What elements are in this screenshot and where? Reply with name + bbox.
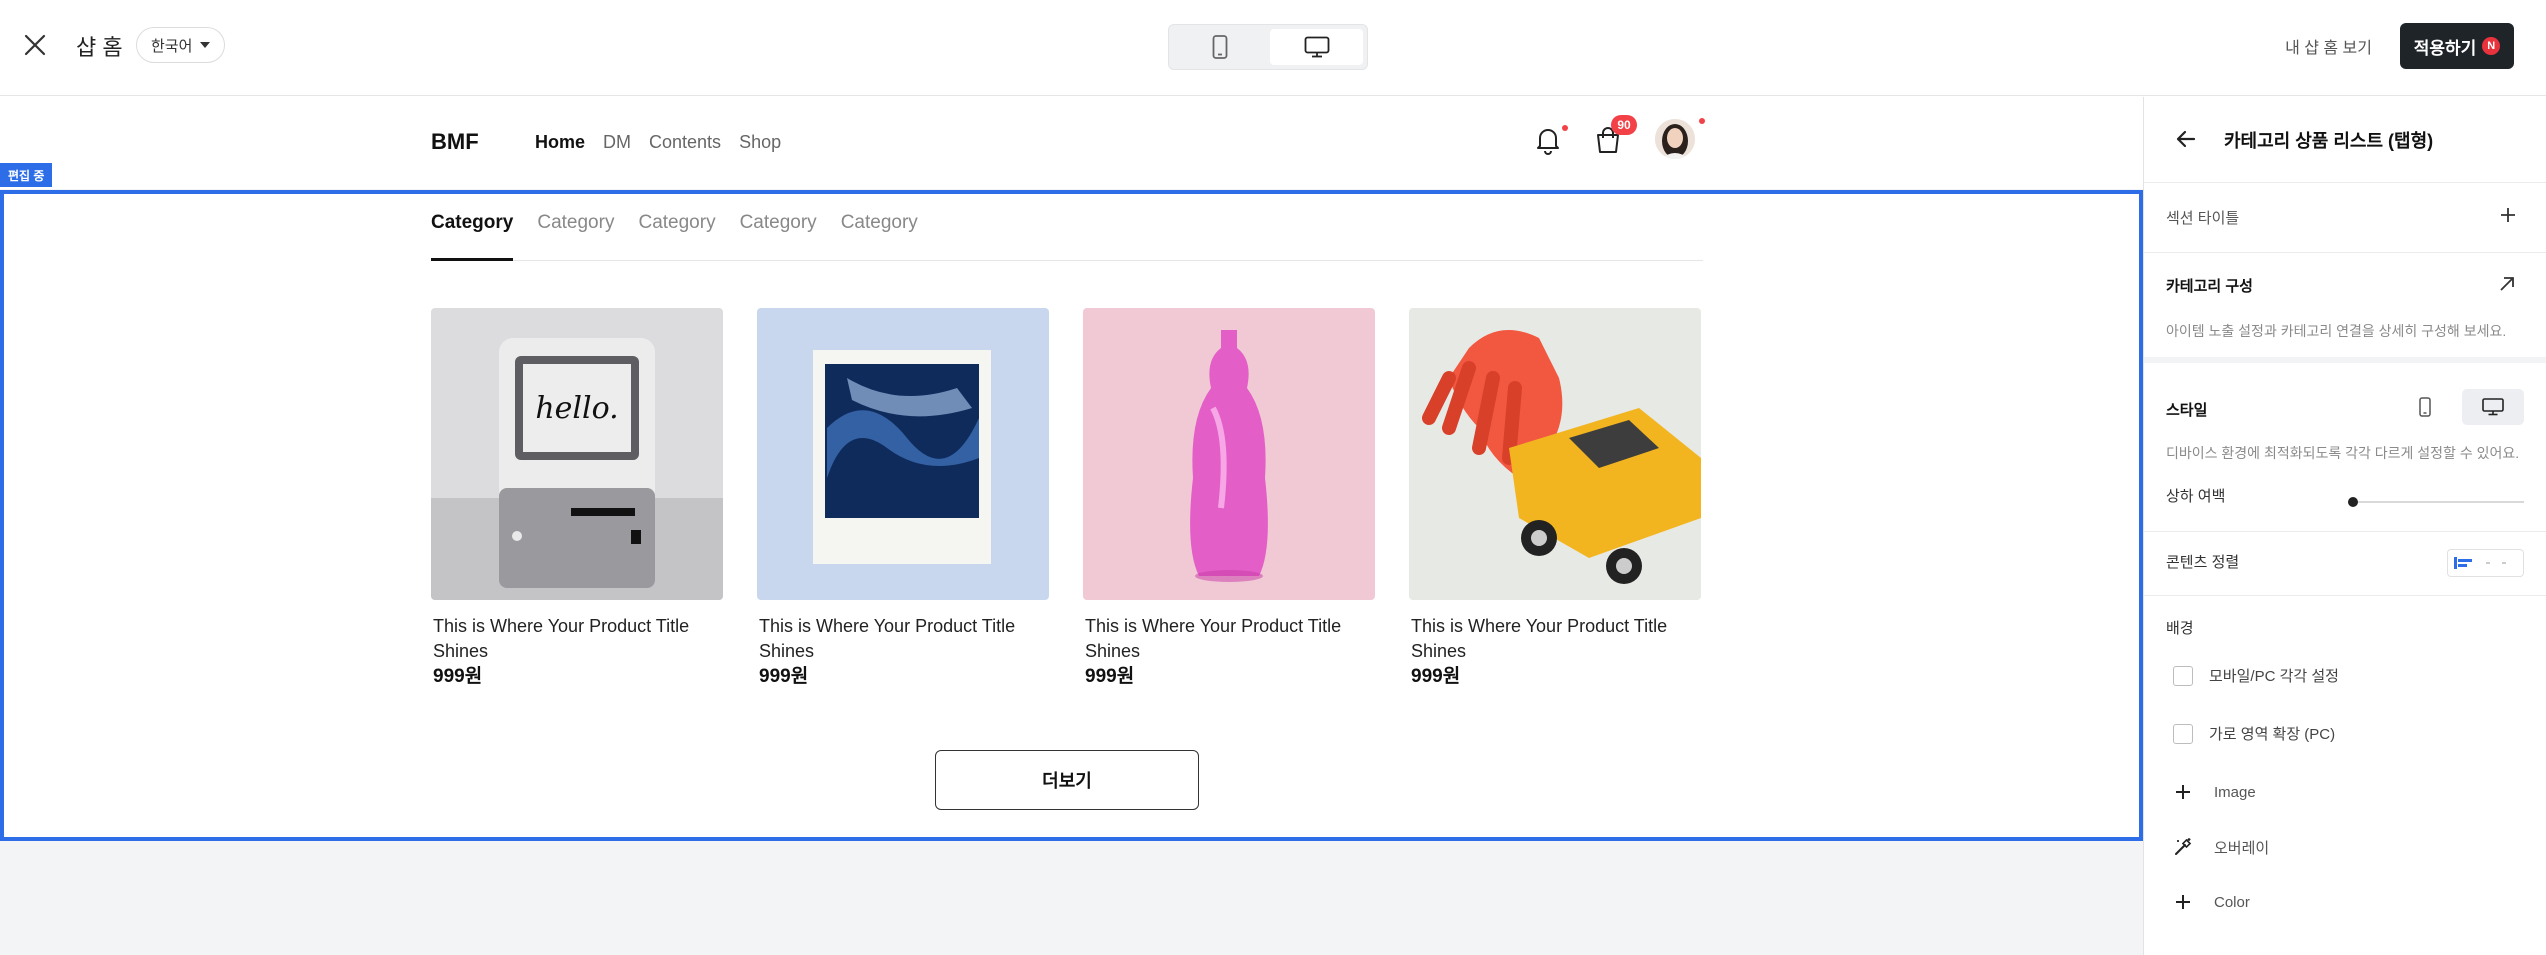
background-color-option[interactable]: Color <box>2166 885 2250 919</box>
site-nav: Home DM Contents Shop <box>535 132 781 153</box>
nav-item-contents[interactable]: Contents <box>649 132 721 153</box>
product-title: This is Where Your Product Title Shines <box>759 616 1016 661</box>
category-config-row[interactable]: 카테고리 구성 아이템 노출 설정과 카테고리 연결을 상세히 구성해 보세요. <box>2144 253 2546 363</box>
product-image-toy-car <box>1409 308 1701 600</box>
style-mobile-button[interactable] <box>2394 389 2456 425</box>
product-price: 999원 <box>1085 666 1135 687</box>
checkbox[interactable] <box>2173 665 2193 686</box>
section-title-label: 섹션 타이틀 <box>2166 210 2240 227</box>
style-desktop-button[interactable] <box>2462 389 2524 425</box>
product-grid: hello. This is Where Your Product Title … <box>431 308 1701 690</box>
desktop-icon <box>1304 36 1329 58</box>
brand-logo[interactable]: BMF <box>431 129 479 155</box>
product-image-retro-computer: hello. <box>431 308 723 600</box>
mobile-icon <box>2419 397 2431 417</box>
product-price: 999원 <box>1411 666 1461 687</box>
nav-item-home[interactable]: Home <box>535 132 585 153</box>
style-label: 스타일 <box>2166 402 2208 419</box>
product-card[interactable]: hello. This is Where Your Product Title … <box>431 308 723 690</box>
editor-topbar: 샵 홈 한국어 내 샵 홈 보기 적용하기 N <box>0 0 2546 96</box>
content-align-control[interactable] <box>2447 549 2524 577</box>
option-label: 오버레이 <box>2214 839 2270 857</box>
checkbox-label: 가로 영역 확장 (PC) <box>2209 726 2336 743</box>
vertical-margin-label: 상하 여백 <box>2166 488 2226 505</box>
close-icon[interactable] <box>20 30 50 60</box>
product-image-pink-bottle <box>1083 308 1375 600</box>
editing-tag: 편집 중 <box>0 163 53 187</box>
nav-item-shop[interactable]: Shop <box>739 132 781 153</box>
desktop-preview-button[interactable] <box>1270 29 1363 65</box>
mobile-preview-button[interactable] <box>1173 29 1266 65</box>
editor-title: 샵 홈 <box>76 35 123 60</box>
new-badge: N <box>2482 37 2501 55</box>
background-image-option[interactable]: Image <box>2166 775 2256 809</box>
language-select[interactable]: 한국어 <box>136 27 226 63</box>
back-arrow-icon[interactable] <box>2174 127 2198 156</box>
checkbox[interactable] <box>2173 723 2193 744</box>
product-price: 999원 <box>433 666 483 687</box>
magic-wand-icon <box>2166 830 2200 864</box>
slider-knob[interactable] <box>2348 497 2358 507</box>
checkbox-wide-area-pc[interactable]: 가로 영역 확장 (PC) <box>2173 723 2335 744</box>
avatar[interactable] <box>1655 119 1695 159</box>
product-image-polaroid <box>757 308 1049 600</box>
product-title: This is Where Your Product Title Shines <box>433 616 690 661</box>
category-tabs: Category Category Category Category Cate… <box>431 211 1703 261</box>
plus-icon[interactable] <box>2498 205 2518 230</box>
apply-button[interactable]: 적용하기 N <box>2400 23 2514 69</box>
content-align-label: 콘텐츠 정렬 <box>2166 554 2240 571</box>
background-label: 배경 <box>2166 620 2194 637</box>
checkbox-label: 모바일/PC 각각 설정 <box>2209 668 2339 685</box>
category-config-label: 카테고리 구성 <box>2166 278 2253 295</box>
product-title: This is Where Your Product Title Shines <box>1411 616 1668 661</box>
language-label: 한국어 <box>151 37 193 55</box>
settings-panel: 카테고리 상품 리스트 (탭형) 섹션 타이틀 카테고리 구성 아이템 노출 설… <box>2143 97 2546 955</box>
bell-icon[interactable] <box>1534 125 1562 160</box>
nav-item-dm[interactable]: DM <box>603 132 631 153</box>
category-config-desc: 아이템 노출 설정과 카테고리 연결을 상세히 구성해 보세요. <box>2166 323 2507 339</box>
cart-count-badge: 90 <box>1611 115 1637 135</box>
category-tab-4[interactable]: Category <box>740 211 817 261</box>
category-tab-5[interactable]: Category <box>841 211 918 261</box>
option-label: Image <box>2214 783 2256 801</box>
section-title-row[interactable]: 섹션 타이틀 <box>2144 183 2546 253</box>
avatar-dot <box>1699 118 1705 124</box>
checkbox-mobile-pc-separate[interactable]: 모바일/PC 각각 설정 <box>2173 665 2339 686</box>
caret-down-icon <box>200 42 211 48</box>
plus-icon <box>2166 885 2200 919</box>
preview-canvas: BMF Home DM Contents Shop 90 편집 중 Catego… <box>0 97 2143 955</box>
category-tab-2[interactable]: Category <box>537 211 614 261</box>
device-switcher <box>1168 24 1368 70</box>
category-tab-3[interactable]: Category <box>638 211 715 261</box>
vertical-margin-slider[interactable] <box>2348 495 2524 509</box>
mobile-icon <box>1212 35 1227 59</box>
notification-dot <box>1562 125 1568 131</box>
align-left-icon <box>2454 557 2472 569</box>
panel-title: 카테고리 상품 리스트 (탭형) <box>2224 131 2434 151</box>
apply-label: 적용하기 <box>2413 38 2477 58</box>
product-title: This is Where Your Product Title Shines <box>1085 616 1342 661</box>
external-link-icon[interactable] <box>2496 273 2518 300</box>
product-card[interactable]: This is Where Your Product Title Shines … <box>1409 308 1701 690</box>
style-device-switcher <box>2394 389 2524 425</box>
product-card[interactable]: This is Where Your Product Title Shines … <box>757 308 1049 690</box>
background-overlay-option[interactable]: 오버레이 <box>2166 830 2269 864</box>
option-label: Color <box>2214 893 2250 911</box>
category-tab-1[interactable]: Category <box>431 211 514 261</box>
plus-icon <box>2166 775 2200 809</box>
view-my-shop-link[interactable]: 내 샵 홈 보기 <box>2285 34 2372 58</box>
site-header: BMF Home DM Contents Shop 90 <box>0 97 2143 189</box>
svg-text:hello.: hello. <box>535 391 618 426</box>
desktop-icon <box>2482 398 2504 416</box>
load-more-button[interactable]: 더보기 <box>935 750 1199 810</box>
panel-header: 카테고리 상품 리스트 (탭형) <box>2144 97 2546 183</box>
style-desc: 디바이스 환경에 최적화되도록 각각 다르게 설정할 수 있어요. <box>2166 445 2520 461</box>
product-card[interactable]: This is Where Your Product Title Shines … <box>1083 308 1375 690</box>
product-price: 999원 <box>759 666 809 687</box>
